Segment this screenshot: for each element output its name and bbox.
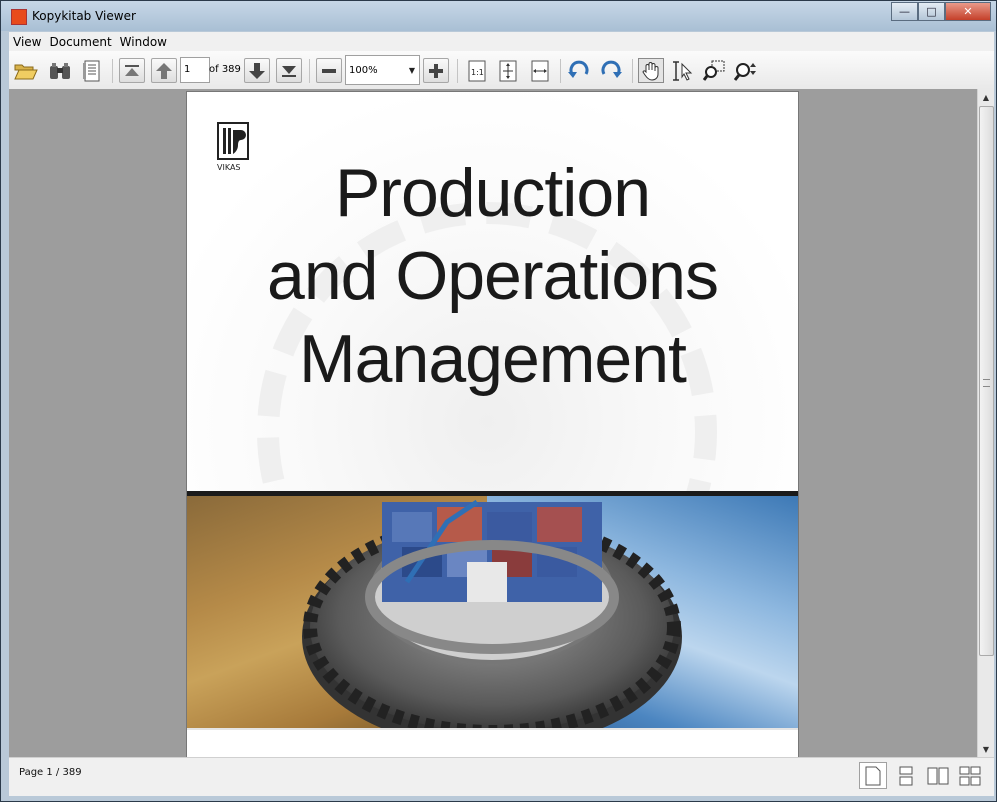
fit-page-icon <box>499 60 517 81</box>
hand-tool-button[interactable] <box>638 58 664 83</box>
toolbar-separator <box>112 59 113 83</box>
close-icon: ✕ <box>963 5 973 18</box>
marquee-zoom-button[interactable] <box>701 58 727 83</box>
book-title-line: and Operations <box>267 238 719 314</box>
two-page-view-button[interactable] <box>924 762 952 789</box>
svg-text:1:1: 1:1 <box>471 68 484 77</box>
document-viewport[interactable]: VIKAS Production and Operations Manageme… <box>9 89 977 757</box>
scroll-grip <box>983 379 990 387</box>
zoom-out-icon <box>322 68 336 73</box>
page-panel-button[interactable] <box>79 58 105 83</box>
zoom-value: 100% <box>349 65 378 76</box>
scroll-up-icon[interactable]: ▲ <box>978 89 994 105</box>
menu-window[interactable]: Window <box>116 35 171 49</box>
chevron-down-icon: ▼ <box>408 66 415 75</box>
caption-buttons: — □ ✕ <box>891 2 991 22</box>
actual-size-icon: 1:1 <box>468 60 486 81</box>
page-count-label: of 389 <box>209 64 241 75</box>
menu-document[interactable]: Document <box>45 35 115 49</box>
hand-tool-icon <box>642 61 659 81</box>
toolbar-separator <box>632 59 633 83</box>
zoom-select[interactable]: 100% ▼ <box>345 55 420 85</box>
book-title-line: Production <box>334 155 651 231</box>
fit-width-icon <box>531 60 549 81</box>
window-title: Kopykitab Viewer <box>32 9 136 23</box>
rotate-clockwise-button[interactable] <box>598 58 624 83</box>
toolbar: 1 of 389 100% ▼ 1:1 <box>9 51 994 90</box>
previous-page-icon <box>156 62 172 79</box>
dynamic-zoom-button[interactable] <box>733 58 759 83</box>
text-select-icon <box>673 60 693 81</box>
zoom-in-button[interactable] <box>423 58 449 83</box>
vertical-scrollbar[interactable]: ▲ ▼ <box>977 89 994 757</box>
document-page: VIKAS Production and Operations Manageme… <box>186 91 799 757</box>
title-bar[interactable]: Kopykitab Viewer — □ ✕ <box>1 1 996 31</box>
book-title-line: Management <box>299 321 687 397</box>
cover-bottom-strip <box>187 728 798 757</box>
toolbar-separator <box>309 59 310 83</box>
rotate-counterclockwise-icon <box>568 60 589 78</box>
text-select-button[interactable] <box>670 58 696 83</box>
page-panel-icon <box>83 60 100 81</box>
book-title: Production and Operations Management <box>187 152 798 401</box>
two-page-icon <box>927 767 949 784</box>
rotate-counterclockwise-button[interactable] <box>566 58 592 83</box>
next-page-button[interactable] <box>244 58 270 83</box>
continuous-view-button[interactable] <box>892 762 920 789</box>
last-page-button[interactable] <box>276 58 302 83</box>
close-button[interactable]: ✕ <box>945 2 991 21</box>
page-number-input[interactable]: 1 <box>180 57 210 83</box>
fit-width-button[interactable] <box>527 58 553 83</box>
status-bar: Page 1 / 389 <box>9 757 994 796</box>
scroll-thumb[interactable] <box>979 106 994 656</box>
rotate-clockwise-icon <box>601 60 622 78</box>
two-page-continuous-view-button[interactable] <box>956 762 984 789</box>
maximize-icon: □ <box>926 5 937 18</box>
two-page-continuous-icon <box>959 766 981 785</box>
single-page-icon <box>865 766 881 785</box>
single-page-view-button[interactable] <box>859 762 887 789</box>
dynamic-zoom-icon <box>734 62 756 81</box>
open-button[interactable] <box>13 58 39 83</box>
app-icon <box>11 9 27 25</box>
continuous-icon <box>899 766 913 785</box>
zoom-in-icon <box>429 63 443 78</box>
find-button[interactable] <box>47 58 73 83</box>
actual-size-button[interactable]: 1:1 <box>464 58 490 83</box>
marquee-zoom-icon <box>703 60 725 81</box>
next-page-icon <box>249 62 265 79</box>
find-binoculars-icon <box>50 62 70 79</box>
menu-bar: View Document Window <box>9 32 994 51</box>
toolbar-separator <box>457 59 458 83</box>
scroll-down-icon[interactable]: ▼ <box>978 741 994 757</box>
maximize-button[interactable]: □ <box>918 2 945 21</box>
fit-page-button[interactable] <box>495 58 521 83</box>
toolbar-separator <box>560 59 561 83</box>
first-page-button[interactable] <box>119 58 145 83</box>
open-folder-icon <box>14 64 38 79</box>
app-window: Kopykitab Viewer — □ ✕ View Document Win… <box>0 0 997 802</box>
last-page-icon <box>282 65 296 77</box>
page-status: Page 1 / 389 <box>19 767 82 778</box>
minimize-icon: — <box>899 5 910 18</box>
first-page-icon <box>125 64 139 76</box>
menu-view[interactable]: View <box>9 35 45 49</box>
zoom-out-button[interactable] <box>316 58 342 83</box>
previous-page-button[interactable] <box>151 58 177 83</box>
minimize-button[interactable]: — <box>891 2 918 21</box>
gear-illustration <box>302 499 682 749</box>
